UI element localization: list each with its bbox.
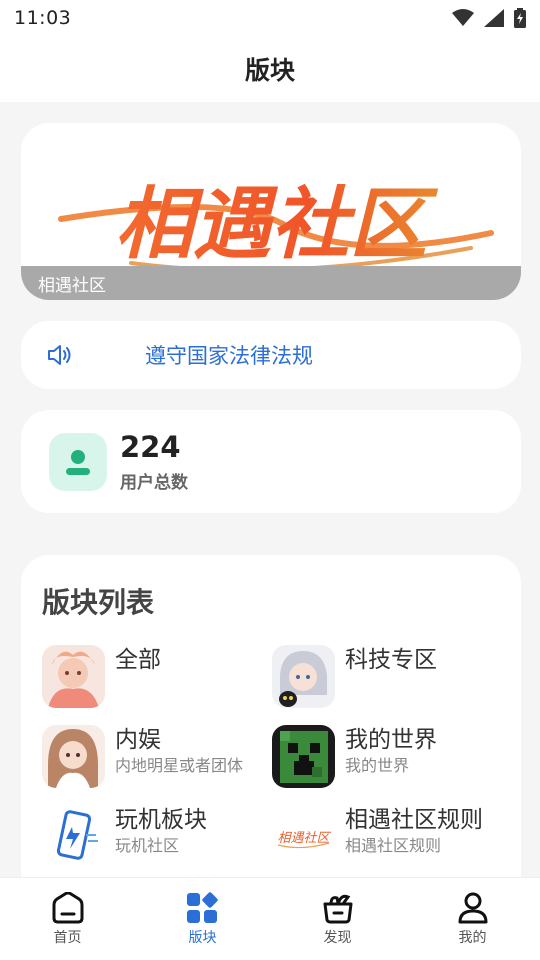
- board-list-card: 版块列表 全部 科技专区 内娱 内地明星或者团体 我的世界 我的世界 玩机板块 …: [21, 555, 521, 885]
- board-thumb-minecraft: [272, 725, 335, 788]
- battery-icon: [514, 8, 526, 28]
- user-icon: [49, 432, 107, 491]
- user-stats-card: 224 用户总数: [21, 410, 521, 513]
- tab-boards[interactable]: 版块: [135, 878, 270, 960]
- board-name-tech: 科技专区: [345, 647, 437, 673]
- status-icons: [452, 8, 526, 28]
- board-desc-entertainment: 内地明星或者团体: [115, 756, 244, 775]
- speaker-icon: [48, 345, 71, 365]
- user-count-label: 用户总数: [120, 473, 188, 493]
- tab-discover[interactable]: 发现: [270, 878, 405, 960]
- board-item-rules[interactable]: 相遇社区 相遇社区规则 相遇社区规则: [272, 805, 483, 868]
- status-bar: 11:03: [0, 0, 540, 36]
- board-item-all[interactable]: 全部: [42, 645, 161, 708]
- tab-boards-label: 版块: [188, 930, 217, 946]
- home-icon: [52, 892, 83, 924]
- board-thumb-tech: [272, 645, 335, 708]
- board-name-rules: 相遇社区规则: [345, 807, 483, 833]
- tab-profile-label: 我的: [458, 930, 487, 946]
- board-desc-phone: 玩机社区: [115, 836, 180, 855]
- tab-home-label: 首页: [53, 930, 82, 946]
- banner-logo-text: 相遇社区: [115, 179, 439, 270]
- board-item-phone[interactable]: 玩机板块 玩机社区: [42, 805, 207, 868]
- tab-home[interactable]: 首页: [0, 878, 135, 960]
- page-title: 版块: [244, 56, 295, 85]
- discover-icon: [323, 894, 352, 924]
- page-header: 版块: [0, 36, 540, 102]
- bottom-tab-bar: 首页 版块 发现 我的: [0, 877, 540, 960]
- board-name-all: 全部: [115, 647, 161, 673]
- board-name-entertainment: 内娱: [115, 727, 161, 753]
- board-name-minecraft: 我的世界: [345, 727, 437, 753]
- board-thumb-entertainment: [42, 725, 105, 788]
- board-name-phone: 玩机板块: [115, 807, 207, 833]
- banner-card[interactable]: 相遇社区 相遇社区: [21, 123, 521, 300]
- board-thumb-rules-text: 相遇社区: [277, 831, 331, 846]
- signal-icon: [484, 9, 504, 27]
- tab-profile[interactable]: 我的: [405, 878, 540, 960]
- status-time: 11:03: [14, 7, 72, 29]
- board-list-title: 版块列表: [42, 586, 155, 619]
- profile-icon: [458, 892, 487, 924]
- banner-caption: 相遇社区: [21, 266, 521, 300]
- notice-bar[interactable]: 遵守国家法律法规: [21, 321, 521, 389]
- notice-text: 遵守国家法律法规: [145, 344, 313, 368]
- wifi-icon: [452, 9, 474, 26]
- board-item-minecraft[interactable]: 我的世界 我的世界: [272, 725, 437, 788]
- grid-icon: [186, 892, 218, 923]
- board-thumb-rules: 相遇社区: [272, 805, 335, 868]
- board-thumb-phone: [42, 805, 105, 868]
- board-desc-rules: 相遇社区规则: [345, 836, 442, 855]
- board-item-entertainment[interactable]: 内娱 内地明星或者团体: [42, 725, 243, 788]
- board-thumb-all: [42, 645, 105, 708]
- user-count: 224: [120, 430, 181, 464]
- tab-discover-label: 发现: [323, 930, 352, 946]
- board-item-tech[interactable]: 科技专区: [272, 645, 437, 708]
- board-desc-minecraft: 我的世界: [345, 756, 410, 775]
